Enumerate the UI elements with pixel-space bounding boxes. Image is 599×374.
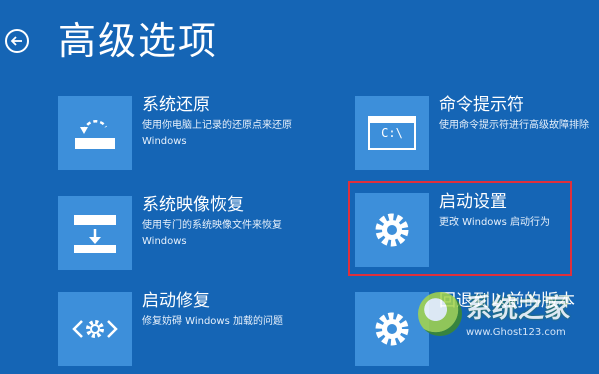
watermark-logo-icon xyxy=(418,292,462,336)
option-startup-settings-tile[interactable] xyxy=(355,193,429,267)
option-startup-repair[interactable]: 启动修复 修复妨碍 Windows 加载的问题 xyxy=(58,291,298,374)
option-system-restore-name: 系统还原 xyxy=(142,95,210,115)
back-button[interactable] xyxy=(5,29,29,53)
restore-icon xyxy=(75,120,115,149)
option-startup-repair-name: 启动修复 xyxy=(142,291,210,311)
option-system-restore-desc: 使用你电脑上记录的还原点来还原 Windows xyxy=(142,120,292,147)
option-command-prompt[interactable]: C:\ 命令提示符 使用命令提示符进行高级故障排除 xyxy=(355,95,595,178)
option-system-image-desc: 使用专门的系统映像文件来恢复 Windows xyxy=(142,220,282,247)
option-startup-repair-desc: 修复妨碍 Windows 加载的问题 xyxy=(142,316,283,327)
command-prompt-icon-text: C:\ xyxy=(381,126,403,140)
gear-icon xyxy=(375,312,409,346)
option-system-image-name: 系统映像恢复 xyxy=(142,195,244,215)
option-go-back-tile[interactable] xyxy=(355,292,429,366)
drive-download-icon xyxy=(74,215,116,253)
option-command-prompt-name: 命令提示符 xyxy=(439,95,524,115)
gear-icon xyxy=(375,213,409,247)
back-arrow-icon xyxy=(10,36,22,46)
option-command-prompt-tile[interactable]: C:\ xyxy=(355,96,429,170)
watermark-text: 系统之家 xyxy=(466,294,571,324)
page-title: 高级选项 xyxy=(58,19,219,63)
option-startup-settings[interactable]: 启动设置 更改 Windows 启动行为 xyxy=(355,192,595,275)
option-system-image[interactable]: 系统映像恢复 使用专门的系统映像文件来恢复 Windows xyxy=(58,195,298,278)
watermark-url: www.Ghost123.com xyxy=(466,327,566,338)
command-prompt-icon: C:\ xyxy=(368,116,416,150)
option-system-restore[interactable]: 系统还原 使用你电脑上记录的还原点来还原 Windows xyxy=(58,95,298,178)
option-startup-settings-desc: 更改 Windows 启动行为 xyxy=(439,217,550,228)
option-startup-repair-tile[interactable] xyxy=(58,292,132,366)
option-command-prompt-desc: 使用命令提示符进行高级故障排除 xyxy=(439,120,589,131)
option-system-image-tile[interactable] xyxy=(58,196,132,270)
option-startup-settings-name: 启动设置 xyxy=(439,192,507,212)
code-gear-icon xyxy=(72,320,118,338)
option-system-restore-tile[interactable] xyxy=(58,96,132,170)
